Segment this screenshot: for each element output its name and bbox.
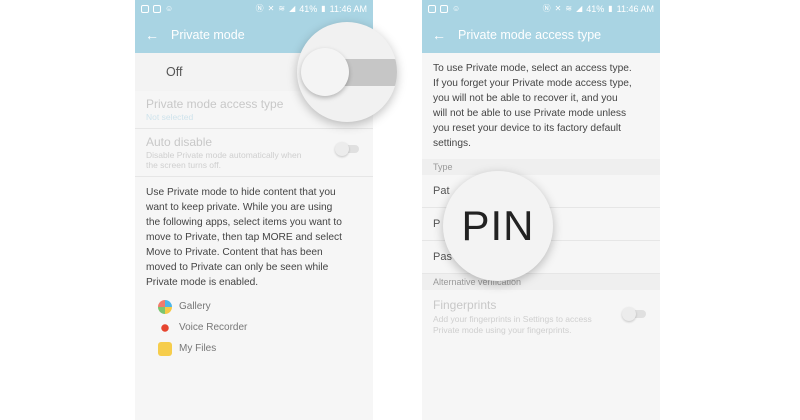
status-bar: ☺ Ⓝ ✕ ≋ ◢ 41% ▮ 11:46 AM xyxy=(422,0,660,17)
description-line: Use Private mode to hide content that yo… xyxy=(146,187,336,198)
mute-icon: ✕ xyxy=(267,3,275,13)
setting-subtitle: Disable Private mode automatically when … xyxy=(146,150,302,170)
app-item-my-files: My Files xyxy=(158,338,373,359)
switch-state-label: Off xyxy=(166,65,183,79)
folder-icon xyxy=(158,341,172,356)
app-list: Gallery Voice Recorder My Files xyxy=(135,296,373,359)
description-line: move to Private, then tap MORE and selec… xyxy=(146,232,342,243)
description-line: moved to Private can only be seen while xyxy=(146,262,329,273)
intro-line: will not be able to use Private mode unl… xyxy=(433,108,627,119)
battery-level: 41% xyxy=(586,3,605,14)
fingerprints-toggle[interactable] xyxy=(622,307,646,321)
setting-subtitle: Add your fingerprints in Settings to acc… xyxy=(433,314,592,335)
notification-icon xyxy=(153,4,161,13)
battery-level: 41% xyxy=(299,3,318,14)
notification-icon xyxy=(141,4,149,13)
battery-icon: ▮ xyxy=(321,3,326,13)
notification-icon xyxy=(428,4,436,13)
app-item-voice-recorder: Voice Recorder xyxy=(158,317,373,338)
app-bar: ← Private mode access type xyxy=(422,17,660,53)
mute-icon: ✕ xyxy=(554,3,562,13)
intro-text: To use Private mode, select an access ty… xyxy=(422,53,660,159)
toggle-knob xyxy=(301,48,349,96)
type-section-header: Type xyxy=(422,159,660,175)
nfc-icon: Ⓝ xyxy=(542,3,551,13)
signal-icon: ◢ xyxy=(576,3,583,13)
nfc-icon: Ⓝ xyxy=(255,3,264,13)
voice-recorder-icon xyxy=(158,320,172,335)
status-time: 11:46 AM xyxy=(616,3,654,14)
app-label: Voice Recorder xyxy=(179,322,248,333)
description-line: want to keep private. While you are usin… xyxy=(146,202,333,213)
intro-line: settings. xyxy=(433,138,471,149)
setting-title: Fingerprints xyxy=(433,298,497,312)
fingerprints-setting[interactable]: Fingerprints Add your fingerprints in Se… xyxy=(422,290,660,344)
magnified-pin-option[interactable]: PIN xyxy=(443,171,553,281)
description-line: Move to Private. Content that has been xyxy=(146,247,323,258)
description-line: the following apps, select items you wan… xyxy=(146,217,342,228)
person-icon: ☺ xyxy=(165,3,174,13)
intro-line: To use Private mode, select an access ty… xyxy=(433,63,632,74)
option-label: P xyxy=(433,218,441,230)
description-line: Private mode is enabled. xyxy=(146,277,259,288)
status-time: 11:46 AM xyxy=(329,3,367,14)
description-text: Use Private mode to hide content that yo… xyxy=(135,177,373,296)
app-label: My Files xyxy=(179,343,217,354)
auto-disable-toggle[interactable] xyxy=(335,142,359,156)
notification-icon xyxy=(440,4,448,13)
wifi-icon: ≋ xyxy=(278,3,286,13)
page-title: Private mode xyxy=(171,28,245,42)
auto-disable-setting[interactable]: Auto disable Disable Private mode automa… xyxy=(135,129,373,177)
intro-line: If you forget your Private mode access t… xyxy=(433,78,632,89)
person-icon: ☺ xyxy=(452,3,461,13)
intro-line: you will not be able to recover it, and … xyxy=(433,93,618,104)
setting-title: Auto disable xyxy=(146,135,213,149)
magnified-toggle-switch[interactable] xyxy=(297,22,397,122)
app-label: Gallery xyxy=(179,301,211,312)
alt-verification-header: Alternative verification xyxy=(422,274,660,290)
intro-line: you reset your device to its factory def… xyxy=(433,123,621,134)
signal-icon: ◢ xyxy=(289,3,296,13)
status-bar: ☺ Ⓝ ✕ ≋ ◢ 41% ▮ 11:46 AM xyxy=(135,0,373,17)
wifi-icon: ≋ xyxy=(565,3,573,13)
app-item-gallery: Gallery xyxy=(158,296,373,317)
gallery-icon xyxy=(158,299,172,314)
option-label: Pat xyxy=(433,185,450,197)
page-title: Private mode access type xyxy=(458,28,602,42)
back-arrow-icon[interactable]: ← xyxy=(432,27,446,43)
battery-icon: ▮ xyxy=(608,3,613,13)
back-arrow-icon[interactable]: ← xyxy=(145,27,159,43)
